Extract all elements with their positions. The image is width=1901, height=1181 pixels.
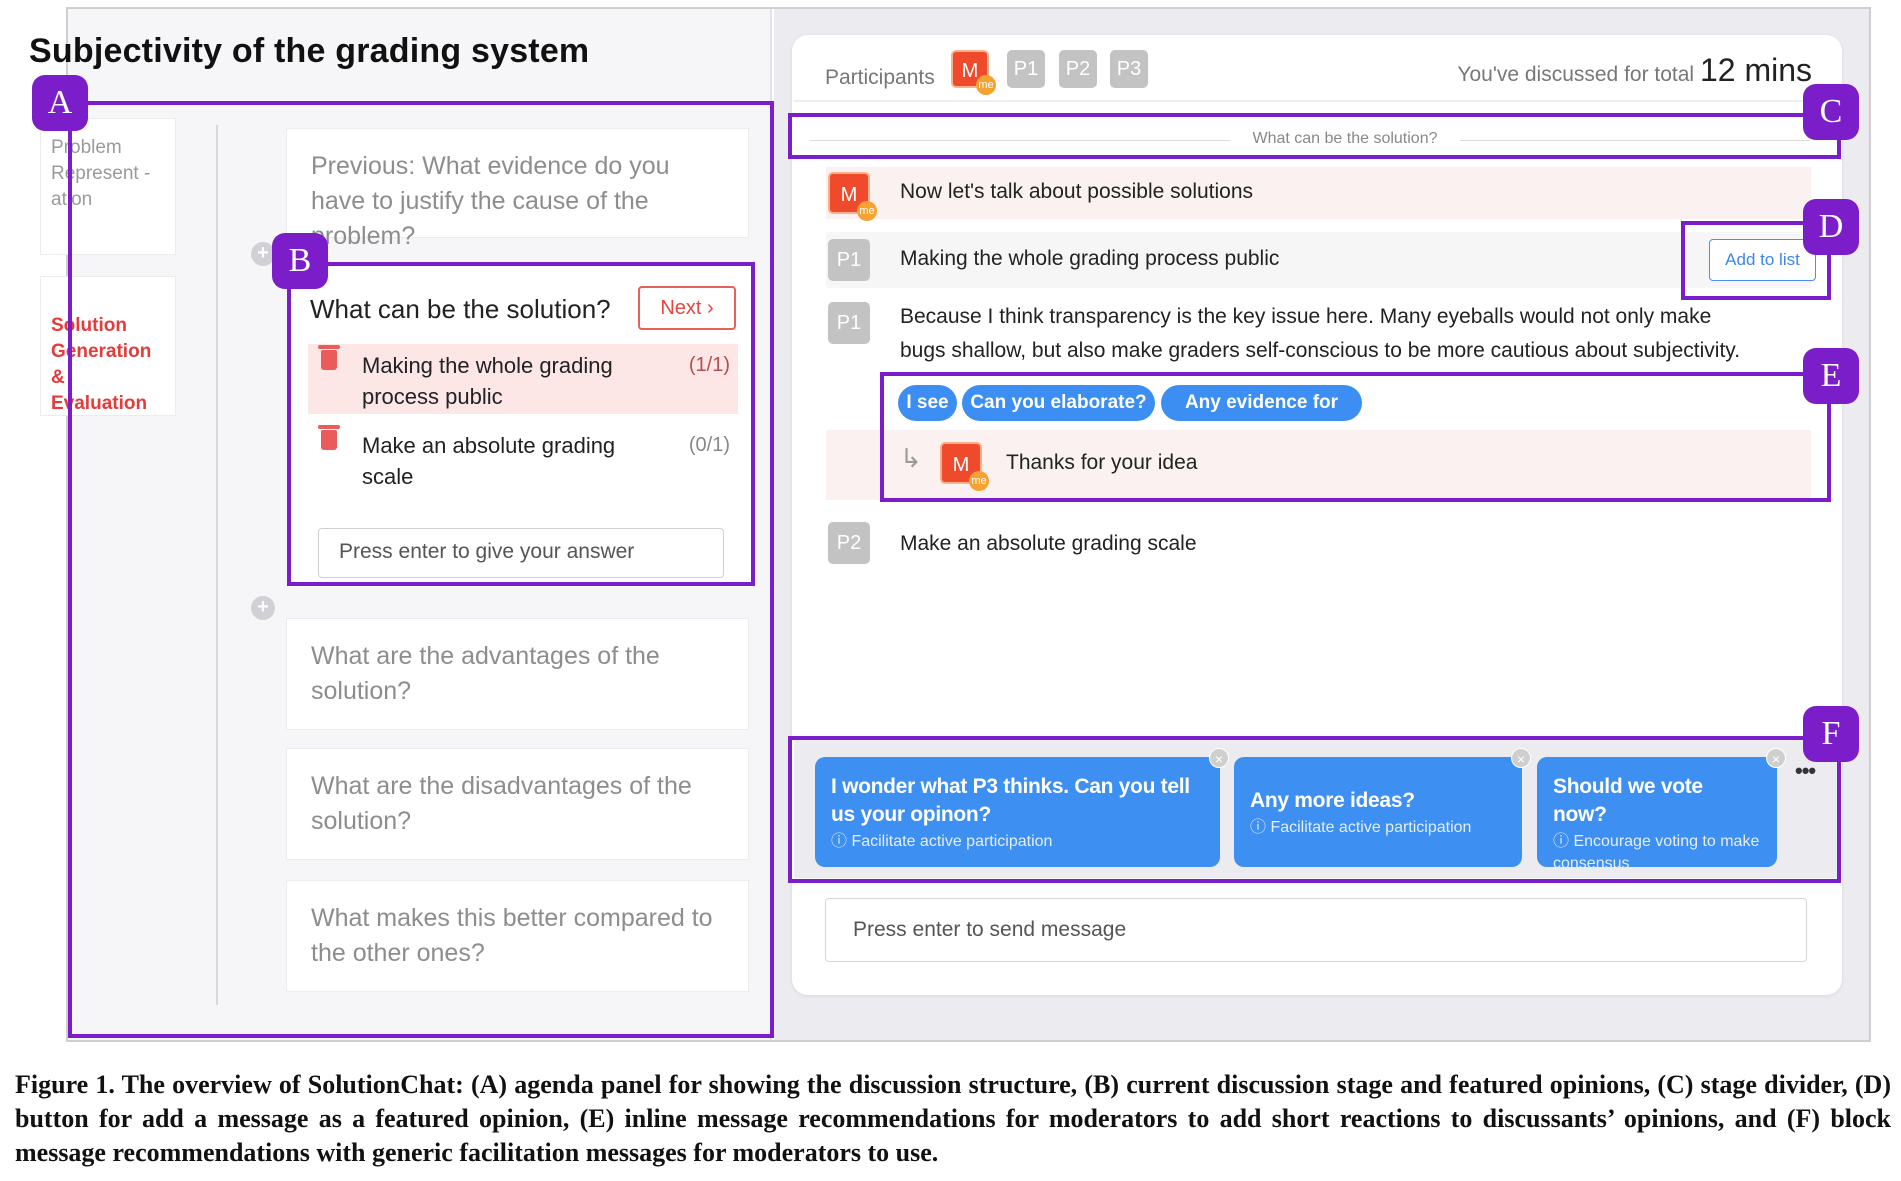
chat-message-row: P2 Make an absolute grading scale [826,518,1811,570]
message-text: Make an absolute grading scale [900,532,1197,555]
discussion-topic-title: Subjectivity of the grading system [29,32,590,70]
annotation-badge-d: D [1803,199,1859,255]
participant-avatar: P1 [828,239,870,281]
participants-label: Participants [825,66,935,89]
chat-message-row: P1 Because I think transparency is the k… [826,300,1811,372]
message-text-line: Because I think transparency is the key … [900,305,1712,328]
annotation-badge-f: F [1803,706,1859,762]
message-text-line: bugs shallow, but also make graders self… [900,339,1741,362]
discussion-timer: You've discussed for total 12 mins [1272,52,1812,89]
message-text: Now let's talk about possible solutions [900,180,1254,203]
annotation-badge-a: A [32,75,88,131]
moderator-avatar: Mme [828,172,877,221]
participant-avatar-p3: P3 [1110,50,1148,88]
chat-message-row: Mme Now let's talk about possible soluti… [826,167,1811,221]
timer-prefix: You've discussed for total [1457,63,1695,86]
annotation-badge-e: E [1803,348,1859,404]
annotation-box-f [788,736,1841,883]
annotation-badge-b: B [272,233,328,289]
timer-value: 12 mins [1699,52,1812,88]
annotation-box-c [788,113,1841,159]
chat-message-row: P1 Making the whole grading process publ… [826,232,1811,288]
message-text: Making the whole grading process public [900,247,1280,270]
participant-avatar: P2 [828,522,870,564]
annotation-badge-c: C [1803,84,1859,140]
participant-avatar: P1 [828,302,870,344]
header-divider [794,100,1840,102]
participant-avatar-p1: P1 [1007,50,1045,88]
annotation-box-e [880,372,1831,502]
annotation-box-b [287,262,755,586]
figure-caption: Figure 1. The overview of SolutionChat: … [15,1070,1891,1167]
me-badge: me [976,75,996,95]
send-message-input[interactable]: Press enter to send message [825,898,1807,962]
participant-avatar-p2: P2 [1059,50,1097,88]
moderator-avatar: Mme [951,50,996,95]
